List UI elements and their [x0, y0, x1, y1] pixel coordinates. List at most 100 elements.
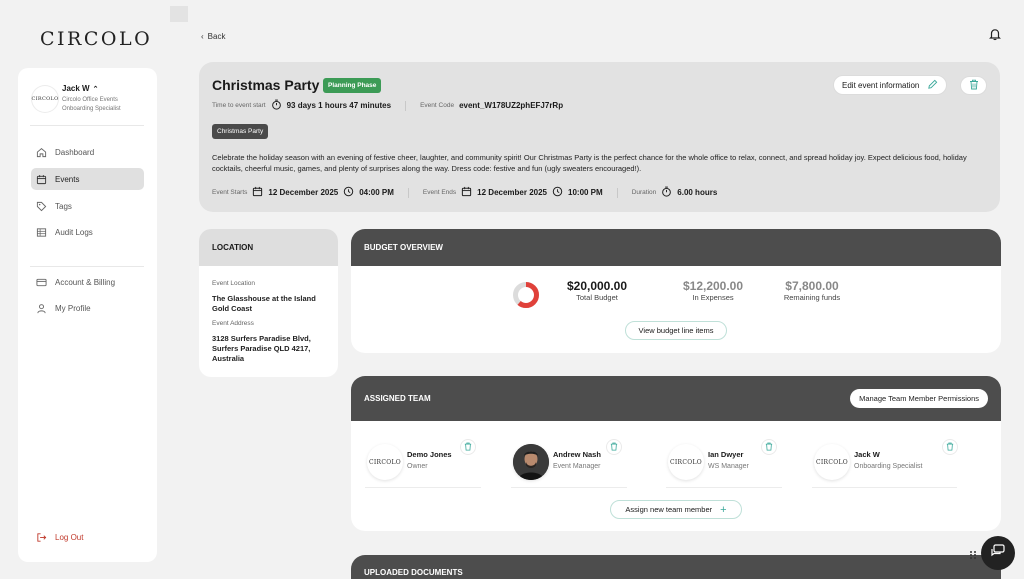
member-role: Onboarding Specialist: [854, 463, 923, 470]
trash-icon: [610, 438, 618, 456]
location-title: LOCATION: [199, 229, 338, 266]
trash-icon: [969, 77, 979, 95]
trash-icon: [765, 438, 773, 456]
sidebar-item-label: Tags: [55, 201, 72, 211]
user-avatar: CIRCOLO: [32, 86, 58, 112]
event-location-label: Event Location: [212, 280, 256, 287]
edit-event-label: Edit event information: [842, 80, 920, 90]
sidebar-item-events[interactable]: Events: [31, 168, 144, 190]
trash-icon: [946, 438, 954, 456]
drag-handle-icon[interactable]: [969, 547, 977, 559]
team-member-card: CIRCOLO Demo Jones Owner: [365, 439, 481, 488]
sidebar-divider: [30, 266, 144, 267]
total-budget-stat: $20,000.00 Total Budget: [552, 279, 642, 302]
logout-label: Log Out: [55, 532, 84, 542]
chat-support-button[interactable]: [981, 536, 1015, 570]
location-card: LOCATION Event Location The Glasshouse a…: [199, 229, 338, 377]
event-title: Christmas Party: [212, 77, 320, 93]
budget-donut-chart: [513, 282, 539, 308]
member-role: Event Manager: [553, 463, 601, 470]
ends-label: Event Ends: [422, 189, 457, 196]
manage-permissions-button[interactable]: Manage Team Member Permissions: [850, 389, 988, 408]
sidebar-item-account-billing[interactable]: Account & Billing: [31, 271, 144, 293]
event-address-label: Event Address: [212, 320, 254, 327]
remaining-stat: $7,800.00 Remaining funds: [767, 279, 857, 302]
member-name: Andrew Nash: [553, 450, 601, 459]
person-photo-icon: [513, 444, 549, 480]
member-name: Jack W: [854, 450, 880, 459]
budget-title: BUDGET OVERVIEW: [351, 229, 1001, 266]
logout-button[interactable]: Log Out: [31, 526, 144, 548]
delete-event-button[interactable]: [960, 76, 987, 95]
sidebar-item-label: Events: [55, 174, 80, 184]
event-schedule-row: Event Starts 12 December 2025 04:00 PM E…: [212, 186, 717, 199]
edit-event-button[interactable]: Edit event information: [833, 75, 948, 95]
remove-member-button[interactable]: [460, 439, 476, 455]
bell-icon[interactable]: [988, 27, 1002, 41]
event-tag-chip[interactable]: Christmas Party: [212, 124, 269, 139]
remove-member-button[interactable]: [761, 439, 777, 455]
phase-badge: Planning Phase: [323, 78, 382, 93]
user-org: Circolo Office Events: [62, 97, 118, 103]
team-title: ASSIGNED TEAM: [364, 394, 431, 403]
total-budget-value: $20,000.00: [566, 279, 628, 293]
user-role: Onboarding Specialist: [62, 106, 121, 112]
sidebar-item-label: Account & Billing: [55, 277, 116, 287]
time-to-start-value: 93 days 1 hours 47 minutes: [286, 101, 392, 110]
sidebar-item-my-profile[interactable]: My Profile: [31, 297, 144, 319]
event-location-value: The Glasshouse at the Island Gold Coast: [212, 294, 316, 313]
event-description: Celebrate the holiday season with an eve…: [212, 153, 967, 173]
back-label: Back: [207, 32, 226, 41]
event-address-value: 3128 Surfers Paradise Blvd, Surfers Para…: [212, 334, 311, 363]
team-member-card: CIRCOLO Ian Dwyer WS Manager: [666, 439, 782, 488]
sidebar-item-audit-logs[interactable]: Audit Logs: [31, 221, 144, 243]
trash-icon: [464, 438, 472, 456]
uploaded-documents-card: UPLOADED DOCUMENTS: [351, 555, 1001, 579]
manage-permissions-label: Manage Team Member Permissions: [859, 394, 979, 403]
ends-date: 12 December 2025: [477, 188, 547, 197]
sidebar-item-label: My Profile: [55, 303, 91, 313]
member-avatar: CIRCOLO: [814, 444, 850, 480]
tag-icon: [35, 200, 47, 212]
event-meta-row: Time to event start 93 days 1 hours 47 m…: [212, 99, 563, 112]
assign-member-button[interactable]: Assign new team member +: [610, 500, 742, 519]
remove-member-button[interactable]: [606, 439, 622, 455]
sidebar-item-dashboard[interactable]: Dashboard: [31, 141, 144, 163]
decorative-square: [170, 6, 188, 22]
sidebar-item-label: Dashboard: [55, 147, 95, 157]
budget-overview-card: BUDGET OVERVIEW $20,000.00 Total Budget …: [351, 229, 1001, 353]
duration-value: 6.00 hours: [677, 188, 718, 197]
circolo-logo[interactable]: CIRCOLO: [40, 28, 152, 50]
plus-icon: +: [720, 503, 727, 516]
remaining-label: Remaining funds: [783, 293, 841, 302]
sidebar: CIRCOLO Jack W ⌃ Circolo Office Events On…: [18, 68, 157, 562]
remove-member-button[interactable]: [942, 439, 958, 455]
logout-icon: [35, 531, 47, 543]
documents-title: UPLOADED DOCUMENTS: [351, 555, 1001, 579]
sidebar-item-tags[interactable]: Tags: [31, 195, 144, 217]
expenses-stat: $12,200.00 In Expenses: [668, 279, 758, 302]
member-role: Owner: [407, 463, 428, 470]
calendar-icon: [252, 186, 263, 199]
view-budget-button[interactable]: View budget line items: [625, 321, 727, 340]
event-code-value: event_W178UZ2phEFJ7rRp: [459, 101, 564, 110]
expenses-value: $12,200.00: [682, 279, 744, 293]
assign-member-label: Assign new team member: [625, 505, 713, 514]
member-role: WS Manager: [708, 463, 749, 470]
home-icon: [35, 146, 47, 158]
chevron-left-icon: ‹: [201, 32, 204, 41]
user-menu[interactable]: CIRCOLO Jack W ⌃ Circolo Office Events On…: [30, 82, 144, 126]
clock-icon: [552, 186, 563, 199]
view-budget-label: View budget line items: [638, 326, 714, 335]
table-icon: [35, 226, 47, 238]
expenses-label: In Expenses: [692, 293, 734, 302]
member-avatar: CIRCOLO: [367, 444, 403, 480]
team-member-card: CIRCOLO Jack W Onboarding Specialist: [812, 439, 958, 488]
member-avatar: CIRCOLO: [668, 444, 704, 480]
stopwatch-icon: [661, 186, 672, 199]
calendar-icon: [35, 173, 47, 185]
stopwatch-icon: [271, 99, 282, 112]
team-header: ASSIGNED TEAM Manage Team Member Permiss…: [351, 376, 1001, 421]
meta-divider: [405, 100, 407, 111]
back-link[interactable]: ‹ Back: [201, 32, 225, 41]
